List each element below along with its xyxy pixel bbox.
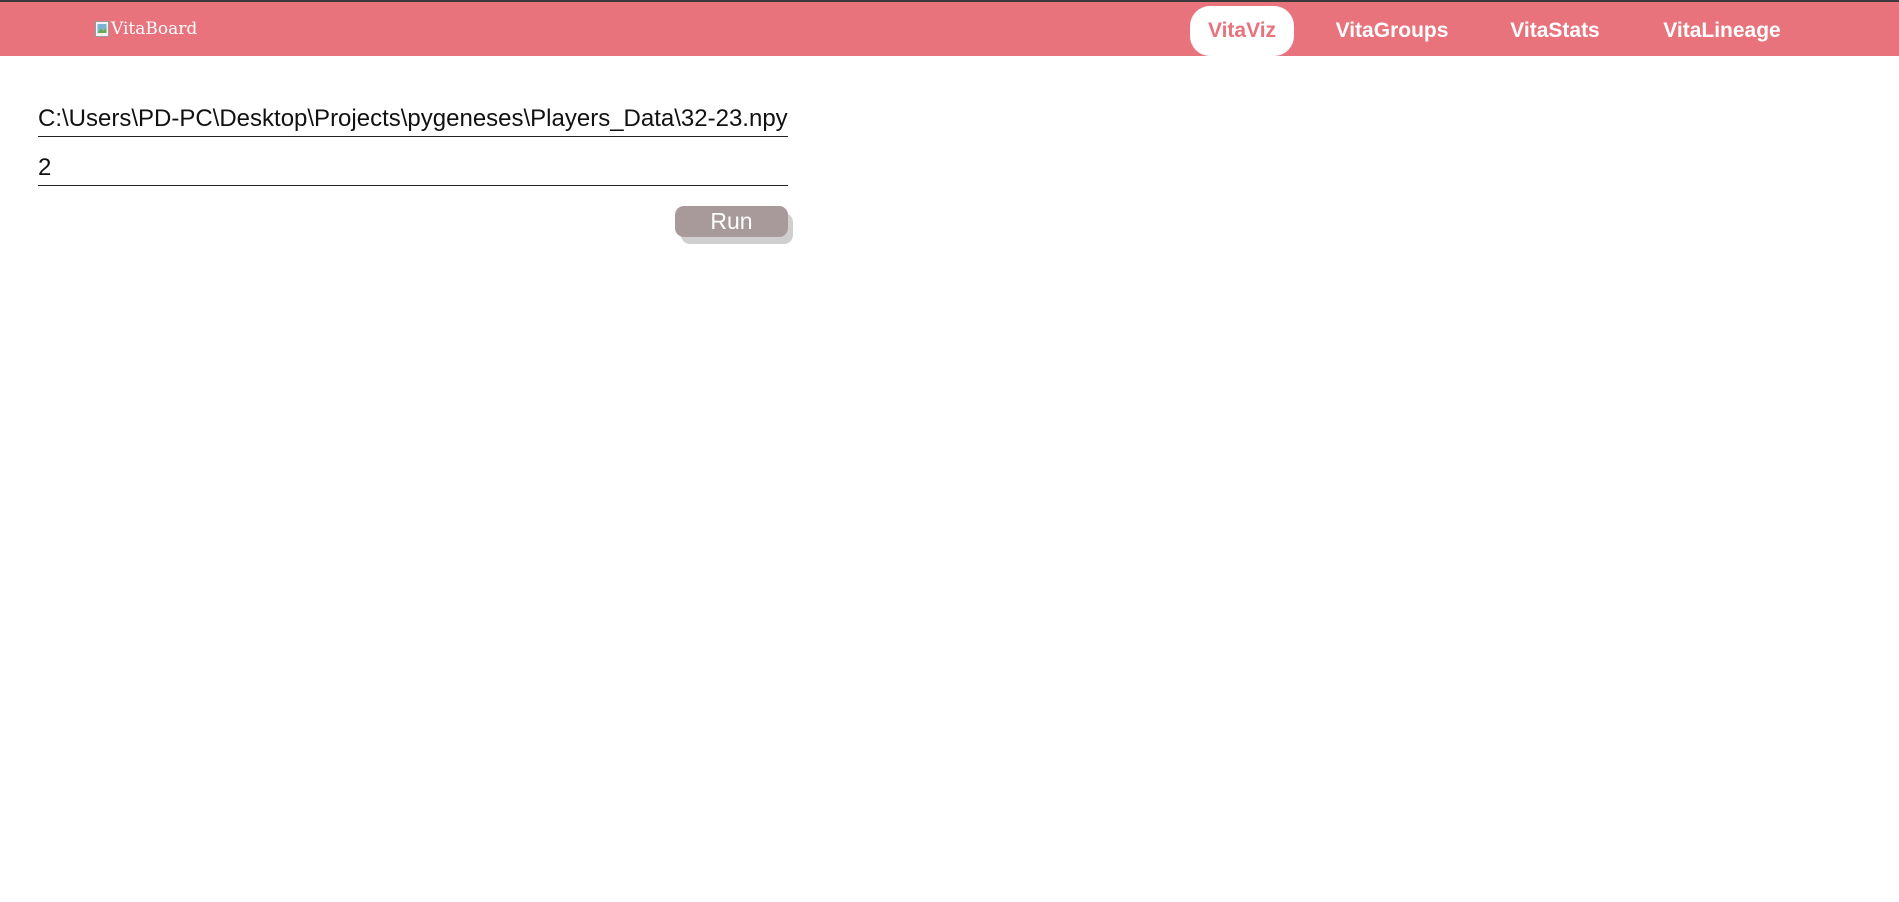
nav-item-vitastats[interactable]: VitaStats xyxy=(1494,6,1616,56)
file-path-input[interactable] xyxy=(38,104,788,137)
run-button[interactable]: Run xyxy=(675,206,788,237)
nav-item-vitaviz[interactable]: VitaViz xyxy=(1190,6,1294,56)
number-input[interactable] xyxy=(38,152,788,186)
nav-item-vitalineage[interactable]: VitaLineage xyxy=(1649,6,1795,56)
top-navigation-bar: VitaBoard VitaViz VitaGroups VitaStats V… xyxy=(0,0,1899,56)
nav-item-vitagroups[interactable]: VitaGroups xyxy=(1323,6,1461,56)
main-nav: VitaViz VitaGroups VitaStats VitaLineage xyxy=(0,4,1899,58)
